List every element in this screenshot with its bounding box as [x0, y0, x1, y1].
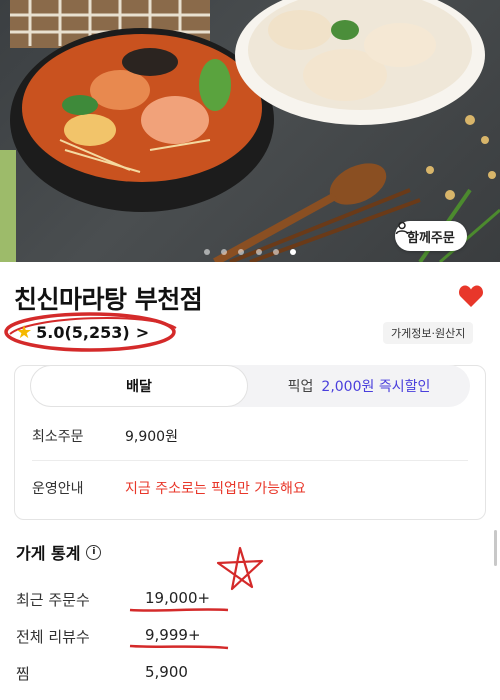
- carousel-dot[interactable]: [204, 249, 211, 255]
- hand-drawn-star-annotation: [216, 546, 264, 591]
- tab-pickup[interactable]: 픽업 2,000원 즉시할인: [248, 365, 470, 407]
- rating-score: 5.0: [36, 323, 65, 342]
- tab-delivery-label: 배달: [126, 379, 152, 395]
- divider: [32, 460, 468, 461]
- group-order-button[interactable]: 함께주문: [395, 221, 467, 251]
- rating-summary[interactable]: ★ 5.0 (5,253) >: [16, 322, 149, 343]
- carousel-dot[interactable]: [221, 249, 228, 255]
- carousel-dot[interactable]: [255, 249, 262, 255]
- tab-delivery[interactable]: 배달: [30, 365, 248, 407]
- scrollbar[interactable]: [494, 530, 497, 566]
- tab-pickup-label: 픽업: [287, 379, 314, 395]
- stat-recent-orders-value: 19,000+: [145, 589, 211, 607]
- star-icon: ★: [16, 322, 33, 343]
- store-hero-image[interactable]: 함께주문: [0, 0, 500, 262]
- pickup-discount-badge: 2,000원 즉시할인: [321, 379, 431, 395]
- stat-total-reviews-value: 9,999+: [145, 626, 201, 644]
- operation-info-label: 운영안내: [32, 481, 84, 497]
- person-icon: [395, 221, 409, 235]
- operation-info-value: 지금 주소로는 픽업만 가능해요: [125, 481, 306, 497]
- store-stats-title: 가게 통계 i: [16, 540, 102, 564]
- hand-drawn-underline: [129, 644, 229, 650]
- order-type-tabs: 배달 픽업 2,000원 즉시할인: [30, 365, 470, 407]
- carousel-dot-active[interactable]: [289, 249, 296, 255]
- stat-favorites-label: 찜: [16, 665, 30, 683]
- min-order-label: 최소주문: [32, 429, 84, 445]
- carousel-dot[interactable]: [238, 249, 245, 255]
- store-stats-label: 가게 통계: [16, 544, 81, 563]
- stat-recent-orders-label: 최근 주문수: [16, 591, 90, 609]
- review-count: (5,253): [64, 323, 130, 342]
- min-order-value: 9,900원: [125, 429, 178, 445]
- store-info-button[interactable]: 가게정보·원산지: [383, 322, 474, 344]
- hand-drawn-underline: [129, 608, 229, 612]
- carousel-dot[interactable]: [272, 249, 279, 255]
- heart-icon[interactable]: [458, 284, 484, 308]
- stat-favorites-value: 5,900: [145, 663, 188, 681]
- stat-total-reviews-label: 전체 리뷰수: [16, 628, 90, 646]
- info-icon[interactable]: i: [86, 544, 102, 560]
- group-order-label: 함께주문: [407, 230, 455, 246]
- chevron-right-icon: >: [135, 323, 150, 342]
